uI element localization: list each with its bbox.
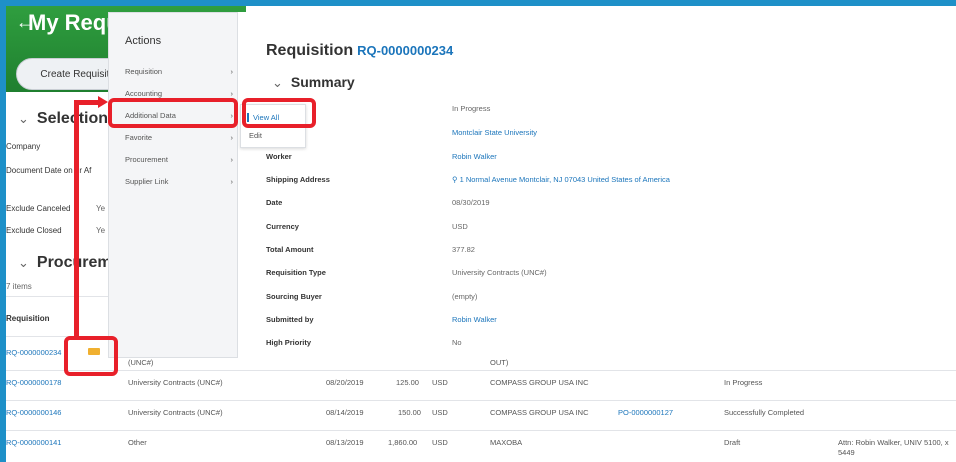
chevron-right-icon: › (230, 89, 234, 98)
table-row-supplier: COMPASS GROUP USA INC (490, 378, 589, 387)
field-shipping-address-label: Shipping Address (266, 175, 330, 184)
filter-exclude-closed-value: Ye (96, 226, 106, 235)
field-requisition-type-label: Requisition Type (266, 268, 326, 277)
table-row-status: Successfully Completed (724, 408, 805, 417)
actions-menu-title: Actions (125, 35, 162, 47)
field-submitted-by-label: Submitted by (266, 315, 314, 324)
filter-exclude-closed-label: Exclude Closed (6, 226, 62, 235)
table-row-req-link[interactable]: RQ-0000000234 (6, 348, 61, 358)
filter-exclude-canceled-value: Ye (96, 204, 106, 213)
field-high-priority-value: No (452, 338, 462, 347)
table-row-status: Draft (724, 438, 741, 447)
table-row-memo: Attn: Robin Walker, UNIV 5100, x 5449 (838, 438, 949, 457)
chevron-right-icon: › (230, 155, 234, 164)
requisition-id-link[interactable]: RQ-0000000234 (357, 43, 453, 58)
annotation-arrow-line (74, 100, 79, 338)
table-row-date: 08/13/2019 (326, 438, 364, 447)
table-row-supplier: COMPASS GROUP USA INC (490, 408, 589, 417)
annotation-highlight-related-actions (64, 336, 118, 376)
field-worker-value[interactable]: Robin Walker (452, 152, 497, 161)
field-company-value[interactable]: Montclair State University (452, 128, 537, 137)
filter-exclude-canceled-label: Exclude Canceled (6, 204, 71, 213)
menu-item-label: Accounting (125, 89, 163, 98)
menu-item-accounting[interactable]: Accounting › (125, 89, 233, 98)
procurement-heading[interactable]: ⌄Procureme (18, 254, 121, 272)
field-total-amount-label: Total Amount (266, 245, 314, 254)
field-total-amount-value: 377.82 (452, 245, 475, 254)
table-row-req-link[interactable]: RQ-0000000146 (6, 408, 61, 418)
field-worker-label: Worker (266, 152, 292, 161)
table-row-supplier: MAXOBA (490, 438, 523, 447)
filter-company-label: Company (6, 142, 41, 151)
table-row-amount: 1,860.00 (388, 438, 418, 447)
field-date-value: 08/30/2019 (452, 198, 490, 207)
field-date-label: Date (266, 198, 283, 207)
actions-menu: Actions Requisition › Accounting › Additio… (108, 12, 238, 358)
table-row-date: 08/20/2019 (326, 378, 364, 387)
requisition-heading-label: Requisition (266, 42, 354, 59)
menu-item-label: Requisition (125, 67, 163, 76)
requisition-heading: Requisition RQ-0000000234 (266, 42, 453, 60)
edit-option[interactable]: Edit (249, 131, 262, 140)
table-row-amount: 150.00 (398, 408, 421, 417)
menu-item-label: Supplier Link (125, 177, 169, 186)
chevron-right-icon: › (230, 67, 234, 76)
menu-item-label: Favorite (125, 133, 153, 142)
chevron-right-icon: › (230, 177, 234, 186)
chevron-down-icon: ⌄ (272, 75, 283, 90)
table-divider (6, 370, 956, 371)
chevron-down-icon: ⌄ (18, 255, 29, 270)
table-header-requisition[interactable]: Requisition (6, 314, 50, 323)
table-row-currency: USD (432, 438, 448, 447)
table-row-date: 08/14/2019 (326, 408, 364, 417)
annotation-highlight-view-all (242, 98, 316, 128)
menu-item-label: Procurement (125, 155, 168, 164)
field-requisition-type-value: University Contracts (UNC#) (452, 268, 547, 277)
chevron-right-icon: › (230, 133, 234, 142)
table-divider (6, 400, 956, 401)
field-sourcing-buyer-label: Sourcing Buyer (266, 292, 322, 301)
table-row-req-link[interactable]: RQ-0000000141 (6, 438, 61, 448)
field-status-value: In Progress (452, 104, 491, 113)
table-row-po-link[interactable]: PO-0000000127 (618, 408, 673, 418)
page-title: My Requ (28, 10, 120, 35)
chevron-down-icon: ⌄ (18, 111, 29, 126)
menu-item-requisition[interactable]: Requisition › (125, 67, 233, 76)
table-row-type: Other (128, 438, 147, 447)
summary-label: Summary (290, 74, 355, 90)
requisition-panel: Requisition RQ-0000000234 ⌄ Summary In Pro… (238, 12, 956, 358)
table-divider (6, 430, 956, 431)
field-high-priority-label: High Priority (266, 338, 312, 347)
menu-item-favorite[interactable]: Favorite › (125, 133, 233, 142)
table-row-status: In Progress (724, 378, 763, 387)
field-currency-value: USD (452, 222, 468, 231)
table-row-type: (UNC#) (128, 358, 154, 367)
field-shipping-address-value[interactable]: ⚲ 1 Normal Avenue Montclair, NJ 07043 Un… (452, 175, 670, 184)
field-submitted-by-value[interactable]: Robin Walker (452, 315, 497, 324)
table-row-amount: 125.00 (396, 378, 419, 387)
annotation-highlight-additional-data (108, 98, 238, 128)
table-row-type: University Contracts (UNC#) (128, 378, 223, 387)
item-count: 7 items (6, 282, 32, 291)
table-row-supplier: OUT) (490, 358, 509, 367)
table-row-currency: USD (432, 408, 448, 417)
summary-heading[interactable]: ⌄ Summary (272, 74, 355, 91)
field-currency-label: Currency (266, 222, 299, 231)
field-sourcing-buyer-value: (empty) (452, 292, 478, 301)
table-row-currency: USD (432, 378, 448, 387)
table-row-req-link[interactable]: RQ-0000000178 (6, 378, 61, 388)
annotation-arrow-line (74, 100, 98, 105)
annotation-arrow-head-icon (98, 96, 108, 108)
table-row-type: University Contracts (UNC#) (128, 408, 223, 417)
menu-item-supplier-link[interactable]: Supplier Link › (125, 177, 233, 186)
menu-item-procurement[interactable]: Procurement › (125, 155, 233, 164)
